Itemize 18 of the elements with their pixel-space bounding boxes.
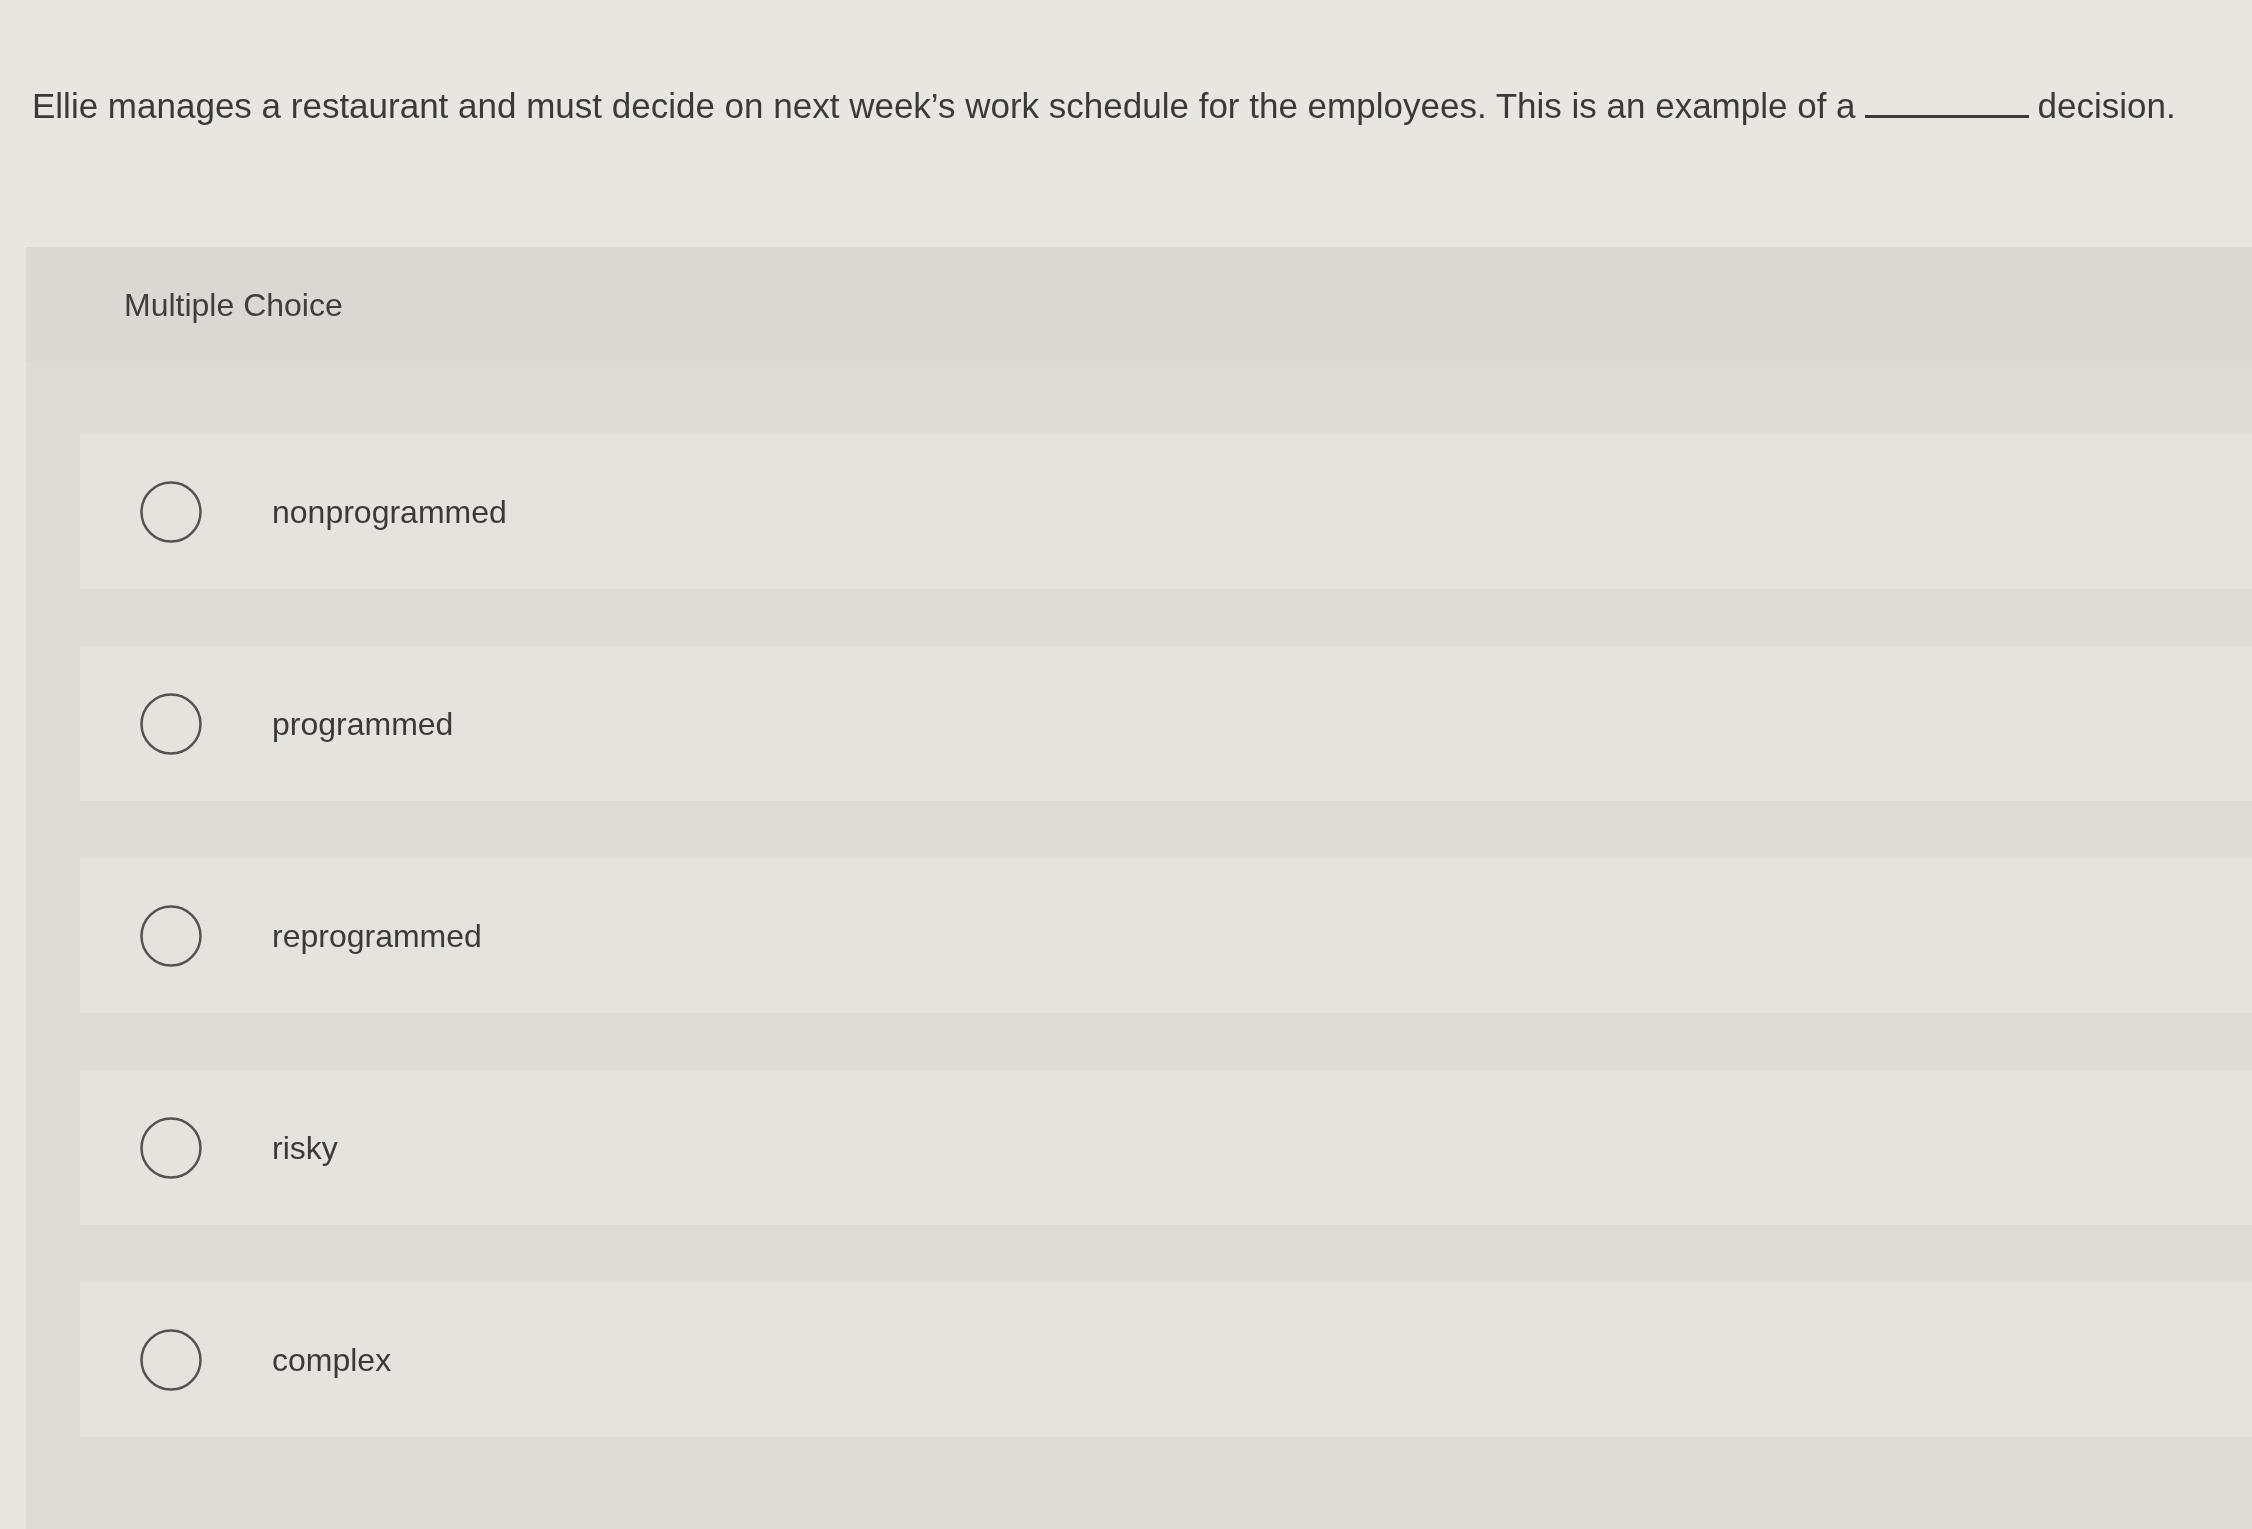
question-text: decision. <box>2037 85 2176 127</box>
option-label: complex <box>272 1340 392 1380</box>
radio-button[interactable] <box>140 692 202 755</box>
answer-option[interactable]: reprogrammed <box>80 858 2252 1013</box>
question-text: Ellie manages a restaurant and must decide on next week’s work schedule for the employees. This is an example of a <box>32 85 1856 127</box>
option-label: programmed <box>272 704 454 744</box>
radio-button[interactable] <box>140 1328 202 1391</box>
answer-option[interactable]: programmed <box>80 646 2252 801</box>
option-label: reprogrammed <box>272 916 482 956</box>
option-label: risky <box>272 1128 338 1168</box>
radio-button[interactable] <box>140 1116 202 1179</box>
answer-option[interactable]: nonprogrammed <box>80 434 2252 589</box>
answer-option[interactable]: risky <box>80 1070 2252 1225</box>
radio-button[interactable] <box>140 904 202 967</box>
option-label: nonprogrammed <box>272 492 507 532</box>
answer-option[interactable]: complex <box>80 1282 2252 1437</box>
question-type-label: Multiple Choice <box>124 285 343 325</box>
radio-button[interactable] <box>140 480 202 543</box>
